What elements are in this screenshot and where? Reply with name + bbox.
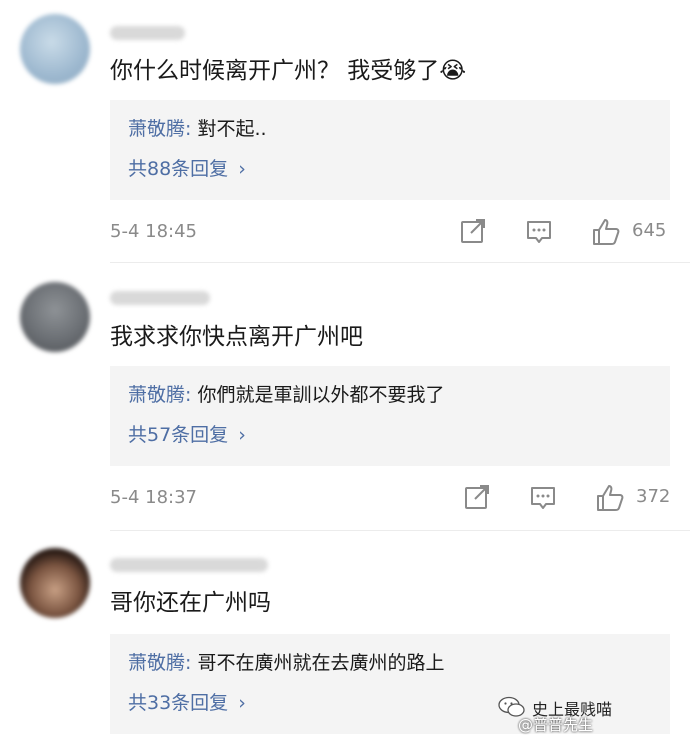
chevron-right-icon: › [238,158,246,180]
reply-author[interactable]: 萧敬腾: [128,652,191,674]
action-bar: 372 [462,482,682,512]
more-replies-link[interactable]: 共88条回复 › [128,156,246,182]
action-bar: 645 [458,216,678,246]
reply-preview[interactable]: 萧敬腾: 對不起.. 共88条回复 › [110,100,670,200]
reply-preview[interactable]: 萧敬腾: 你們就是軍訓以外都不要我了 共57条回复 › [110,366,670,466]
chevron-right-icon: › [238,692,246,714]
reply-text: 對不起.. [191,118,267,140]
username-blurred[interactable] [110,558,268,572]
reply-text: 哥不在廣州就在去廣州的路上 [191,652,445,674]
share-icon[interactable] [458,216,488,246]
thumbs-up-icon[interactable] [594,482,626,514]
comment-text: 我求求你快点离开广州吧 [110,324,363,350]
reply-author[interactable]: 萧敬腾: [128,384,191,406]
timestamp: 5-4 18:45 [110,221,197,242]
comment-text: 哥你还在广州吗 [110,590,271,616]
like-count: 372 [636,486,671,507]
avatar[interactable] [20,14,90,84]
watermark-handle: @普普先生 [518,716,594,734]
comment-text: 你什么时候离开广州？ 我受够了😭 [110,58,467,84]
more-replies-link[interactable]: 共33条回复 › [128,690,246,716]
avatar[interactable] [20,282,90,352]
divider [110,530,690,531]
thumbs-up-icon[interactable] [590,216,622,248]
reply-line: 萧敬腾: 哥不在廣州就在去廣州的路上 [128,650,444,676]
divider [110,262,690,263]
more-replies-label: 共57条回复 [128,424,229,446]
chevron-right-icon: › [238,424,246,446]
more-replies-label: 共33条回复 [128,692,229,714]
more-replies-label: 共88条回复 [128,158,229,180]
watermark: 史上最贱喵 @普普先生 [488,694,668,734]
avatar[interactable] [20,548,90,618]
reply-line: 萧敬腾: 你們就是軍訓以外都不要我了 [128,382,444,408]
comment-icon[interactable] [528,482,558,512]
share-icon[interactable] [462,482,492,512]
more-replies-link[interactable]: 共57条回复 › [128,422,246,448]
reply-author[interactable]: 萧敬腾: [128,118,191,140]
username-blurred[interactable] [110,26,185,40]
like-count: 645 [632,220,667,241]
timestamp: 5-4 18:37 [110,487,197,508]
comment-icon[interactable] [524,216,554,246]
reply-line: 萧敬腾: 對不起.. [128,116,267,142]
reply-text: 你們就是軍訓以外都不要我了 [191,384,445,406]
username-blurred[interactable] [110,291,210,305]
